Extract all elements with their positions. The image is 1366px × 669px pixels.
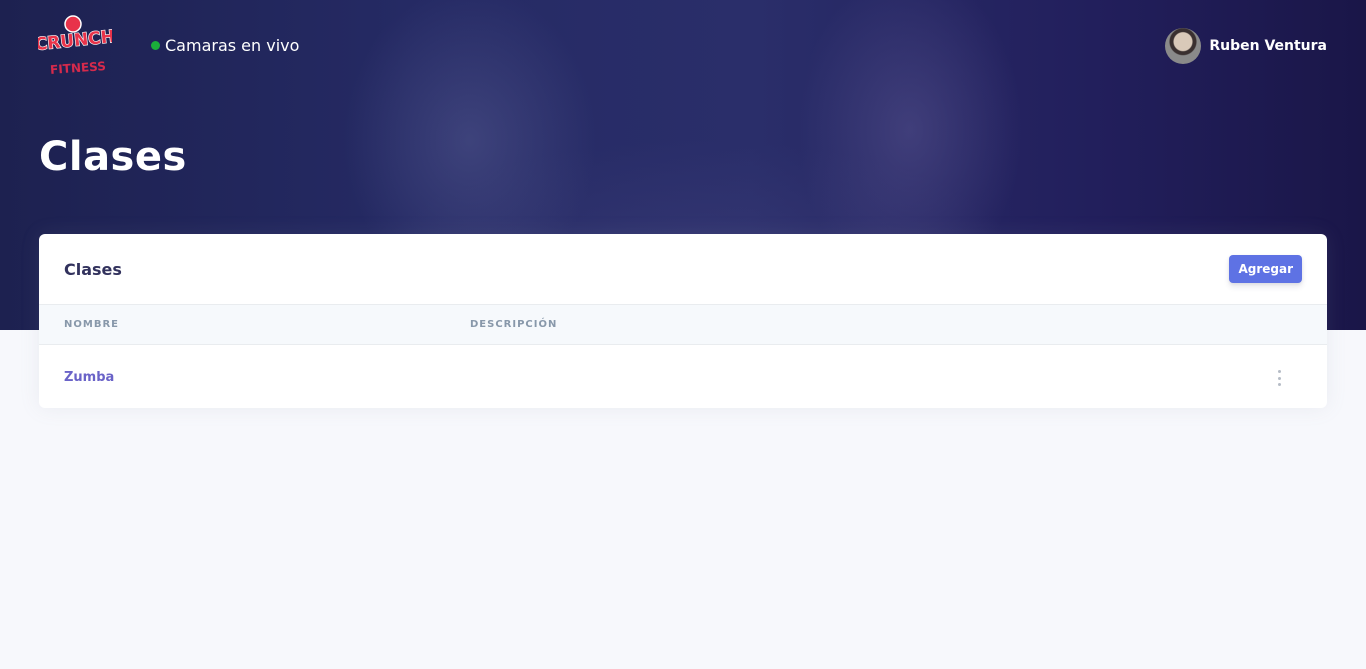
user-avatar[interactable] (1165, 28, 1202, 64)
table-row: Zumba (39, 344, 1327, 407)
add-class-button[interactable]: Agregar (1229, 255, 1302, 283)
cell-name: Zumba (39, 344, 470, 407)
logo-graphic: CRUNCH FITNESS (33, 15, 117, 77)
logo-text-crunch: CRUNCH (38, 27, 112, 55)
kebab-menu-icon[interactable] (1273, 370, 1285, 386)
cell-description (470, 344, 1327, 407)
kebab-dot (1277, 370, 1281, 373)
logo-text-fitness: FITNESS (50, 59, 107, 77)
classes-card: Clases Agregar NOMBRE DESCRIPCIÓN Zumba (39, 234, 1327, 408)
live-status-dot (151, 41, 160, 50)
live-cameras-label: Camaras en vivo (165, 36, 300, 55)
card-header: Clases Agregar (39, 234, 1327, 305)
column-header-name[interactable]: NOMBRE (39, 305, 470, 345)
user-menu[interactable]: Ruben Ventura (1165, 28, 1327, 64)
crunch-fitness-logo[interactable]: CRUNCH FITNESS (33, 14, 117, 78)
page-title: Clases (39, 134, 187, 180)
classes-table: NOMBRE DESCRIPCIÓN Zumba (39, 305, 1327, 407)
user-name: Ruben Ventura (1209, 38, 1327, 54)
kebab-dot (1277, 376, 1281, 380)
card-title: Clases (64, 260, 122, 279)
kebab-dot (1277, 383, 1281, 386)
class-name-link[interactable]: Zumba (64, 370, 114, 385)
live-cameras-link[interactable]: Camaras en vivo (151, 36, 299, 55)
column-header-description[interactable]: DESCRIPCIÓN (470, 305, 1327, 345)
table-header-row: NOMBRE DESCRIPCIÓN (39, 305, 1327, 345)
